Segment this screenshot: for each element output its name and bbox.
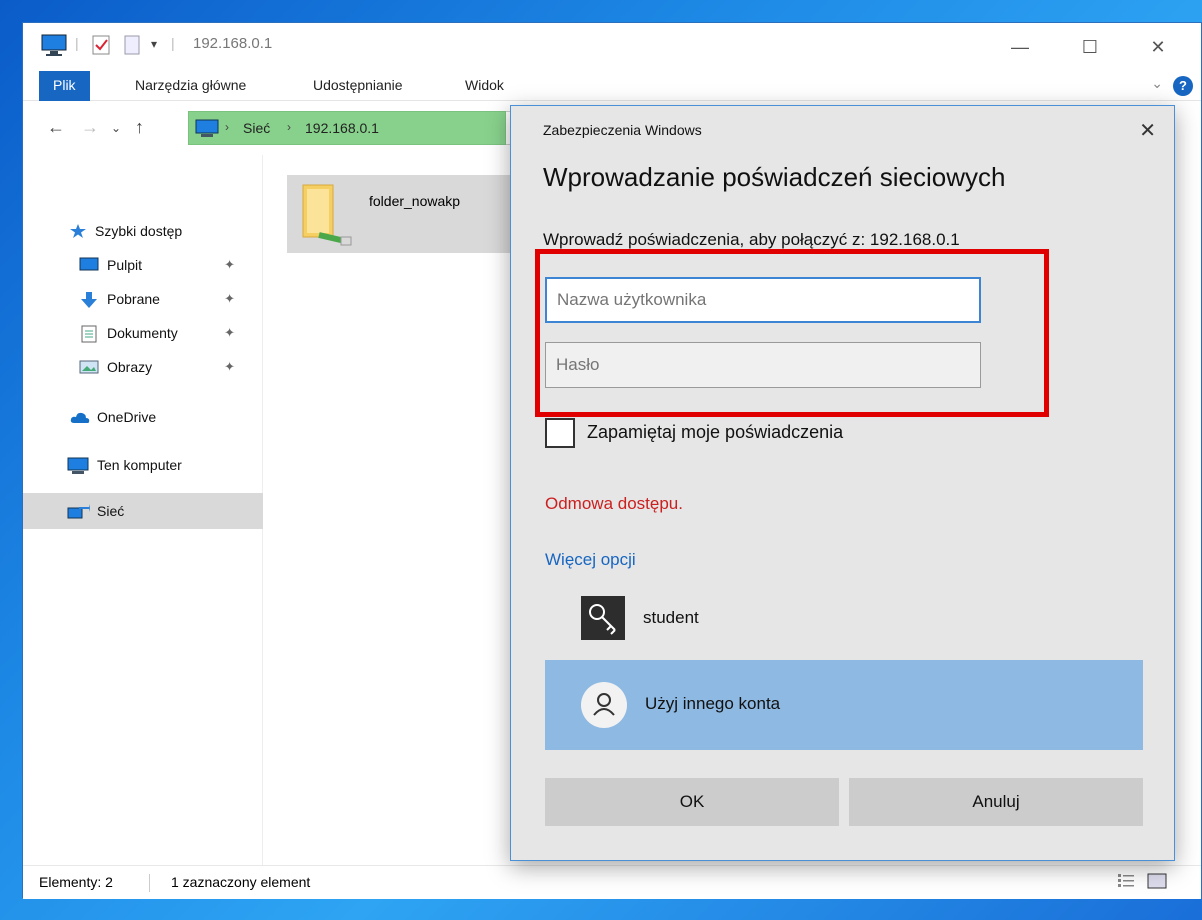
account-label: Użyj innego konta [645, 694, 781, 713]
navigation-pane: Szybki dostęp Pulpit ✦ Pobrane ✦ Dokumen… [23, 155, 263, 865]
pin-icon: ✦ [224, 291, 235, 306]
pin-icon: ✦ [224, 325, 235, 340]
tab-share[interactable]: Udostępnianie [301, 71, 415, 101]
help-icon[interactable]: ? [1173, 76, 1193, 96]
desktop-icon [79, 257, 99, 273]
title-bar: | ▾ | 192.168.0.1 — ☐ ✕ [23, 23, 1201, 71]
pictures-icon [79, 359, 99, 375]
sidebar-label: Sieć [97, 503, 125, 519]
dialog-close-icon[interactable]: ✕ [1139, 118, 1156, 143]
dialog-title: Wprowadzanie poświadczeń sieciowych [543, 162, 1006, 192]
error-message: Odmowa dostępu. [545, 494, 683, 513]
annotation-highlight-box [535, 249, 1049, 417]
quick-access-dropdown-icon[interactable]: ▾ [151, 37, 157, 51]
sidebar-label: Ten komputer [97, 457, 182, 473]
dialog-app-name: Zabezpieczenia Windows [543, 122, 702, 138]
sidebar-item-documents[interactable]: Dokumenty ✦ [23, 315, 263, 351]
shared-folder-icon [297, 183, 357, 250]
cloud-icon [69, 409, 90, 425]
sidebar-item-network[interactable]: Sieć [23, 493, 263, 529]
more-options-link[interactable]: Więcej opcji [545, 550, 636, 570]
sidebar-label: Dokumenty [107, 325, 178, 341]
username-field[interactable] [545, 277, 981, 323]
file-name: folder_nowakp [369, 193, 461, 209]
breadcrumb-host[interactable]: 192.168.0.1 [305, 120, 379, 136]
ribbon-expand-chevron-icon[interactable]: ⌄ [1151, 75, 1163, 92]
recent-locations-chevron-icon[interactable]: ⌄ [111, 121, 121, 135]
account-option-other[interactable]: Użyj innego konta [545, 660, 1143, 750]
close-window-button[interactable]: ✕ [1135, 29, 1181, 65]
details-view-icon[interactable] [1117, 872, 1135, 893]
up-arrow-icon[interactable]: ↑ [135, 117, 144, 138]
download-icon [79, 291, 97, 308]
tab-home[interactable]: Narzędzia główne [123, 71, 258, 101]
large-icons-view-icon[interactable] [1147, 872, 1167, 893]
person-icon [581, 682, 627, 728]
status-divider [149, 874, 150, 892]
tab-file[interactable]: Plik [39, 71, 90, 101]
status-selected-count: 1 zaznaczony element [171, 874, 311, 890]
sidebar-item-downloads[interactable]: Pobrane ✦ [23, 281, 263, 317]
sidebar-label: Pulpit [107, 257, 143, 273]
breadcrumb-network[interactable]: Sieć [243, 120, 270, 136]
network-computer-icon [195, 119, 219, 142]
pin-icon: ✦ [224, 359, 235, 374]
sidebar-item-pictures[interactable]: Obrazy ✦ [23, 349, 263, 385]
properties-icon[interactable] [91, 33, 111, 60]
star-icon [69, 223, 87, 239]
tab-view[interactable]: Widok [453, 71, 516, 101]
password-field[interactable] [545, 342, 981, 388]
computer-icon [67, 457, 89, 474]
minimize-button[interactable]: — [997, 29, 1043, 65]
new-folder-icon[interactable] [123, 33, 143, 60]
sidebar-label: OneDrive [97, 409, 157, 425]
status-item-count: Elementy: 2 [39, 874, 113, 890]
forward-arrow-icon[interactable]: → [81, 117, 99, 138]
pin-icon: ✦ [224, 257, 235, 272]
sidebar-item-desktop[interactable]: Pulpit ✦ [23, 247, 263, 283]
account-option-student[interactable]: student [545, 590, 1143, 650]
sidebar-item-quick-access[interactable]: Szybki dostęp [23, 213, 263, 249]
key-icon [581, 596, 625, 640]
window-title: 192.168.0.1 [193, 35, 273, 52]
file-item-folder[interactable]: folder_nowakp [287, 175, 515, 253]
address-bar[interactable]: › Sieć › 192.168.0.1 [188, 111, 506, 145]
breadcrumb-separator-icon: › [287, 120, 291, 134]
remember-credentials-label[interactable]: Zapamiętaj moje poświadczenia [587, 422, 843, 443]
breadcrumb-separator-icon: › [225, 120, 229, 134]
sidebar-label: Obrazy [107, 359, 153, 375]
document-icon [81, 325, 99, 343]
back-arrow-icon[interactable]: ← [47, 117, 65, 138]
credentials-dialog: Zabezpieczenia Windows ✕ Wprowadzanie po… [510, 105, 1175, 861]
account-label: student [643, 608, 699, 627]
cancel-button[interactable]: Anuluj [849, 778, 1143, 826]
ok-button[interactable]: OK [545, 778, 839, 826]
ribbon-tabs: Plik Narzędzia główne Udostępnianie Wido… [23, 71, 1201, 101]
sidebar-label: Szybki dostęp [95, 223, 183, 239]
sidebar-label: Pobrane [107, 291, 160, 307]
network-icon [67, 503, 90, 519]
sidebar-item-onedrive[interactable]: OneDrive [23, 399, 263, 435]
status-bar: Elementy: 2 1 zaznaczony element [23, 865, 1201, 899]
maximize-button[interactable]: ☐ [1067, 29, 1113, 65]
computer-icon [41, 33, 67, 60]
sidebar-item-this-pc[interactable]: Ten komputer [23, 447, 263, 483]
remember-credentials-checkbox[interactable] [545, 418, 575, 448]
dialog-message: Wprowadź poświadczenia, aby połączyć z: … [543, 230, 960, 249]
